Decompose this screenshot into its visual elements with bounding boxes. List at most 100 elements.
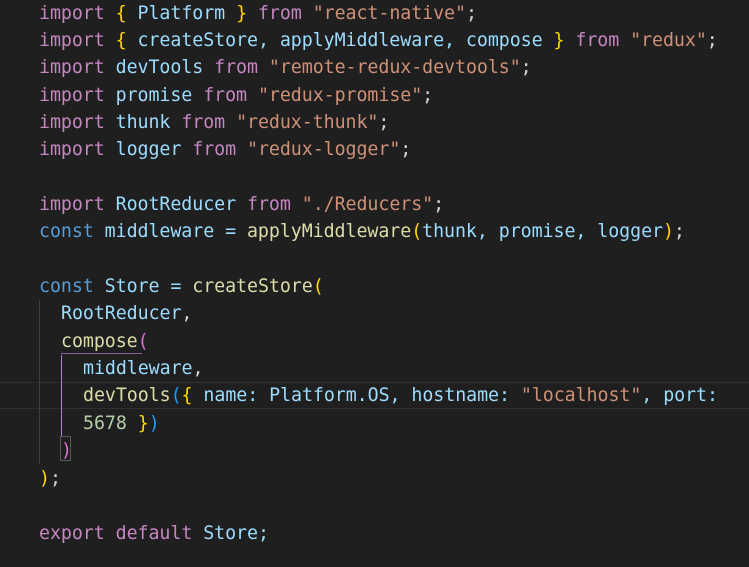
code-line[interactable]: ); [39, 465, 61, 492]
string-literal: "remote-redux-devtools" [268, 57, 521, 78]
comma: , [192, 358, 204, 379]
semicolon: ; [465, 3, 477, 24]
code-line[interactable]: import { createStore, applyMiddleware, c… [39, 27, 718, 54]
function-call: devTools [83, 385, 171, 406]
bracket: } [553, 30, 565, 51]
bracket: ( [312, 276, 324, 297]
string-literal: "redux-promise" [257, 85, 423, 106]
code-line[interactable]: import RootReducer from "./Reducers"; [39, 191, 444, 218]
code-line[interactable]: 5678 }) [83, 410, 160, 437]
code-line[interactable]: const middleware = applyMiddleware(thunk… [39, 218, 685, 245]
keyword-import: import [39, 139, 105, 160]
keyword-import: import [39, 57, 105, 78]
arguments: thunk, promise, logger [422, 221, 663, 242]
object-properties: name: Platform.OS, hostname: [192, 385, 521, 406]
keyword-import: import [39, 85, 105, 106]
string-literal: "localhost" [520, 385, 642, 406]
keyword-default: default [115, 523, 193, 544]
keyword-from: from [192, 139, 237, 160]
keyword-const: const [39, 276, 94, 297]
bracket: { [115, 30, 127, 51]
active-indent-guide [61, 355, 62, 437]
keyword-import: import [39, 112, 105, 133]
semicolon: ; [49, 468, 61, 489]
code-editor[interactable]: import { Platform } from "react-native";… [0, 0, 749, 567]
string-literal: "redux" [630, 30, 707, 51]
code-line[interactable]: import thunk from "redux-thunk"; [39, 109, 389, 136]
bracket: } [236, 3, 248, 24]
code-line[interactable]: RootReducer, [61, 300, 192, 327]
keyword-from: from [214, 57, 258, 78]
function-call: compose [61, 331, 138, 352]
keyword-from: from [247, 3, 313, 24]
code-line[interactable]: import { Platform } from "react-native"; [39, 0, 477, 27]
identifier: promise [104, 85, 204, 106]
identifier: Platform [126, 3, 237, 24]
code-line[interactable]: import promise from "redux-promise"; [39, 82, 433, 109]
comma: , [181, 303, 193, 324]
identifier: RootReducer [104, 194, 247, 215]
identifier: createStore, applyMiddleware, compose [126, 30, 554, 51]
bracket: ) [61, 440, 72, 461]
string-literal: "redux-logger" [247, 139, 401, 160]
bracket: ( [411, 221, 423, 242]
semicolon: ; [706, 30, 718, 51]
semicolon: ; [422, 85, 434, 106]
bracket: ( [170, 385, 182, 406]
identifier: Store; [192, 523, 269, 544]
bracket: ( [137, 331, 149, 352]
semicolon: ; [673, 221, 685, 242]
identifier: middleware [83, 358, 193, 379]
bracket: ) [39, 468, 50, 489]
semicolon: ; [520, 57, 532, 78]
code-line[interactable]: import logger from "redux-logger"; [39, 136, 411, 163]
code-line[interactable]: import devTools from "remote-redux-devto… [39, 54, 532, 81]
string-literal: "react-native" [312, 3, 466, 24]
keyword-const: const [39, 221, 94, 242]
bracket: ) [662, 221, 674, 242]
code-line[interactable]: devTools({ name: Platform.OS, hostname: … [83, 382, 718, 409]
keyword-import: import [39, 3, 105, 24]
number-literal: 5678 [83, 413, 127, 434]
identifier: RootReducer [61, 303, 182, 324]
identifier: logger [104, 139, 193, 160]
keyword-from: from [247, 194, 291, 215]
code-line[interactable]: export default Store; [39, 520, 269, 547]
semicolon: ; [378, 112, 390, 133]
function-call: createStore [192, 276, 313, 297]
code-line[interactable]: compose( [61, 328, 149, 355]
string-literal: "./Reducers" [301, 194, 434, 215]
code-line[interactable]: ) [61, 437, 72, 464]
keyword-import: import [39, 194, 105, 215]
keyword-export: export [39, 523, 105, 544]
indent-guide [39, 300, 40, 464]
bracket: } [137, 413, 149, 434]
keyword-from: from [203, 85, 248, 106]
object-properties: , port: [641, 385, 718, 406]
identifier: thunk [104, 112, 182, 133]
bracket: { [181, 385, 193, 406]
function-call: applyMiddleware [246, 221, 412, 242]
identifier: devTools [104, 57, 215, 78]
identifier: middleware = [93, 221, 247, 242]
code-line[interactable]: middleware, [83, 355, 203, 382]
keyword-import: import [39, 30, 105, 51]
keyword-from: from [181, 112, 226, 133]
semicolon: ; [400, 139, 412, 160]
bracket: { [115, 3, 127, 24]
semicolon: ; [433, 194, 445, 215]
bracket: ) [148, 413, 160, 434]
string-literal: "redux-thunk" [236, 112, 379, 133]
identifier: Store = [93, 276, 193, 297]
code-line[interactable]: const Store = createStore( [39, 273, 324, 300]
keyword-from: from [564, 30, 631, 51]
